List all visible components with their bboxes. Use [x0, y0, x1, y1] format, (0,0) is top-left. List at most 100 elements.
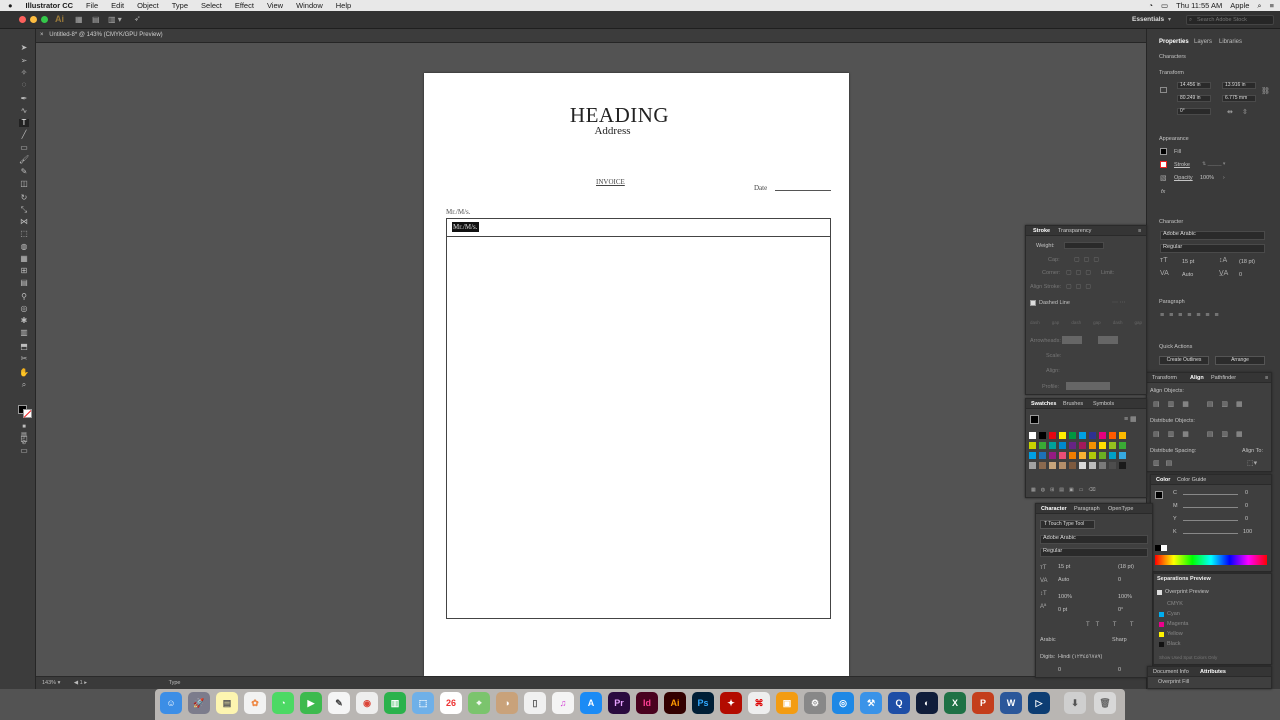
y-value[interactable]: 0: [1245, 516, 1248, 522]
ink-cmyk[interactable]: CMYK: [1167, 601, 1183, 607]
char-rotation-value[interactable]: 0°: [1118, 607, 1123, 613]
maps-icon[interactable]: ⌖: [468, 692, 490, 714]
zoom-level[interactable]: 143%: [42, 680, 56, 686]
dash-field-2[interactable]: dash: [1071, 320, 1081, 325]
char-extra-2[interactable]: 0: [1118, 667, 1121, 673]
excel-icon[interactable]: X: [944, 692, 966, 714]
swatch-chip[interactable]: [1079, 452, 1086, 459]
dash-field-3[interactable]: dash: [1113, 320, 1123, 325]
char-baseline-value[interactable]: 0 pt: [1058, 607, 1067, 613]
tab-stroke[interactable]: Stroke: [1033, 228, 1050, 234]
align-objects-icons[interactable]: ▤▥▦ ▤▥▦: [1153, 400, 1251, 408]
apple-icon[interactable]: ●: [8, 1, 13, 10]
ink-magenta[interactable]: Magenta: [1167, 621, 1188, 627]
workspace-switcher[interactable]: Essentials: [1132, 16, 1164, 23]
leading-value[interactable]: (18 pt): [1239, 259, 1255, 265]
swatch-chip[interactable]: [1059, 442, 1066, 449]
char-aa-value[interactable]: Sharp: [1112, 637, 1127, 643]
corner-icons[interactable]: ▢▢▢: [1066, 269, 1095, 276]
panel-menu-icon[interactable]: ≡: [1265, 375, 1268, 381]
distribute-spacing-icons[interactable]: ▥▤: [1153, 459, 1178, 467]
swatch-grid[interactable]: [1029, 432, 1133, 482]
name-label[interactable]: Mr./M/s.: [446, 208, 471, 216]
tab-transparency[interactable]: Transparency: [1058, 228, 1091, 234]
illustrator-icon[interactable]: Ai: [664, 692, 686, 714]
downloads-stack-icon[interactable]: ⬇: [1064, 692, 1086, 714]
swatch-chip[interactable]: [1099, 432, 1106, 439]
menu-type[interactable]: Type: [172, 1, 188, 10]
tab-color-guide[interactable]: Color Guide: [1177, 477, 1206, 483]
clock[interactable]: Thu 11:55 AM: [1176, 1, 1222, 10]
swatch-chip[interactable]: [1049, 442, 1056, 449]
dash-gap-fields[interactable]: dash gap dash gap dash gap: [1030, 320, 1142, 325]
notifications-icon[interactable]: ≡: [1270, 1, 1274, 10]
gap-field-3[interactable]: gap: [1134, 320, 1142, 325]
ink-cyan[interactable]: Cyan: [1167, 611, 1180, 617]
tab-document-info[interactable]: Document Info: [1153, 669, 1189, 675]
swatch-chip[interactable]: [1059, 432, 1066, 439]
zoom-tool-icon[interactable]: ⌕: [19, 381, 29, 389]
font-style-field[interactable]: Regular: [1160, 244, 1265, 253]
artboard-tool-icon[interactable]: ⬒: [19, 343, 29, 351]
itunes-icon[interactable]: ♫: [552, 692, 574, 714]
content-box[interactable]: [446, 236, 831, 619]
swatch-chip[interactable]: [1119, 452, 1126, 459]
char-style-buttons[interactable]: TT T T: [1086, 622, 1140, 628]
artboard-number[interactable]: 1: [80, 680, 83, 686]
create-outlines-button[interactable]: Create Outlines: [1159, 356, 1209, 365]
swatch-chip[interactable]: [1029, 462, 1036, 469]
acrobat-reader-icon[interactable]: ⌘: [748, 692, 770, 714]
swatch-chip[interactable]: [1109, 452, 1116, 459]
pencil-tool-icon[interactable]: ✎: [19, 168, 29, 176]
swatch-chip[interactable]: [1049, 432, 1056, 439]
xcode-icon[interactable]: ⚒: [860, 692, 882, 714]
k-slider[interactable]: [1183, 533, 1238, 534]
w-field[interactable]: 13.916 in: [1222, 82, 1256, 89]
gradient-tool-icon[interactable]: ▤: [19, 279, 29, 287]
type-tool-icon[interactable]: T: [19, 119, 29, 127]
font-size-value[interactable]: 15 pt: [1182, 259, 1194, 265]
swatch-list-view-icon[interactable]: ≡ ▦: [1124, 415, 1137, 423]
menu-help[interactable]: Help: [336, 1, 351, 10]
fill-swatch[interactable]: [1160, 148, 1167, 155]
pen-tool-icon[interactable]: ✒: [19, 95, 29, 103]
swatch-chip[interactable]: [1049, 462, 1056, 469]
flip-horizontal-icon[interactable]: ⇹: [1227, 108, 1233, 116]
tab-properties[interactable]: Properties: [1159, 39, 1189, 45]
ibooks-author-icon[interactable]: ▣: [776, 692, 798, 714]
facetime-icon[interactable]: ▶: [300, 692, 322, 714]
slice-tool-icon[interactable]: ✂: [19, 355, 29, 363]
word-icon[interactable]: W: [1000, 692, 1022, 714]
paintbrush-tool-icon[interactable]: 🖌: [19, 156, 29, 164]
invoice-text[interactable]: INVOICE: [596, 178, 625, 186]
menu-select[interactable]: Select: [201, 1, 222, 10]
hand-tool-icon[interactable]: ✋: [19, 369, 29, 377]
tab-layers[interactable]: Layers: [1194, 39, 1212, 45]
artboard-next-icon[interactable]: ▸: [84, 680, 87, 686]
cap-icons[interactable]: ▢▢▢: [1074, 256, 1103, 263]
kerning-value[interactable]: 0: [1239, 272, 1242, 278]
preview-icon[interactable]: ⬚: [412, 692, 434, 714]
menu-view[interactable]: View: [267, 1, 283, 10]
opacity-label[interactable]: Opacity: [1174, 175, 1193, 181]
selected-text-highlight[interactable]: Mr./M/s.: [452, 222, 479, 232]
column-graph-tool-icon[interactable]: ▥: [19, 329, 29, 337]
blend-tool-icon[interactable]: ◎: [19, 305, 29, 313]
color-mode-icon[interactable]: ■ ▤ ⊘: [19, 423, 29, 446]
tab-swatches[interactable]: Swatches: [1031, 401, 1056, 407]
opacity-value[interactable]: 100%: [1200, 175, 1214, 181]
constrain-proportions-icon[interactable]: ⛓: [1261, 87, 1270, 95]
name-field-box[interactable]: [446, 218, 831, 237]
swatch-chip[interactable]: [1069, 462, 1076, 469]
align-to-icon[interactable]: ⬚▾: [1247, 459, 1257, 467]
menu-file[interactable]: File: [86, 1, 98, 10]
m-slider[interactable]: [1183, 507, 1238, 508]
c-value[interactable]: 0: [1245, 490, 1248, 496]
tab-close-icon[interactable]: ×: [40, 32, 44, 38]
ink-yellow[interactable]: Yellow: [1167, 631, 1183, 637]
tab-transform[interactable]: Transform: [1152, 375, 1177, 381]
trash-icon[interactable]: 🗑: [1094, 692, 1116, 714]
finder-icon[interactable]: ☺: [160, 692, 182, 714]
tab-opentype[interactable]: OpenType: [1108, 506, 1133, 512]
swatch-chip[interactable]: [1079, 442, 1086, 449]
